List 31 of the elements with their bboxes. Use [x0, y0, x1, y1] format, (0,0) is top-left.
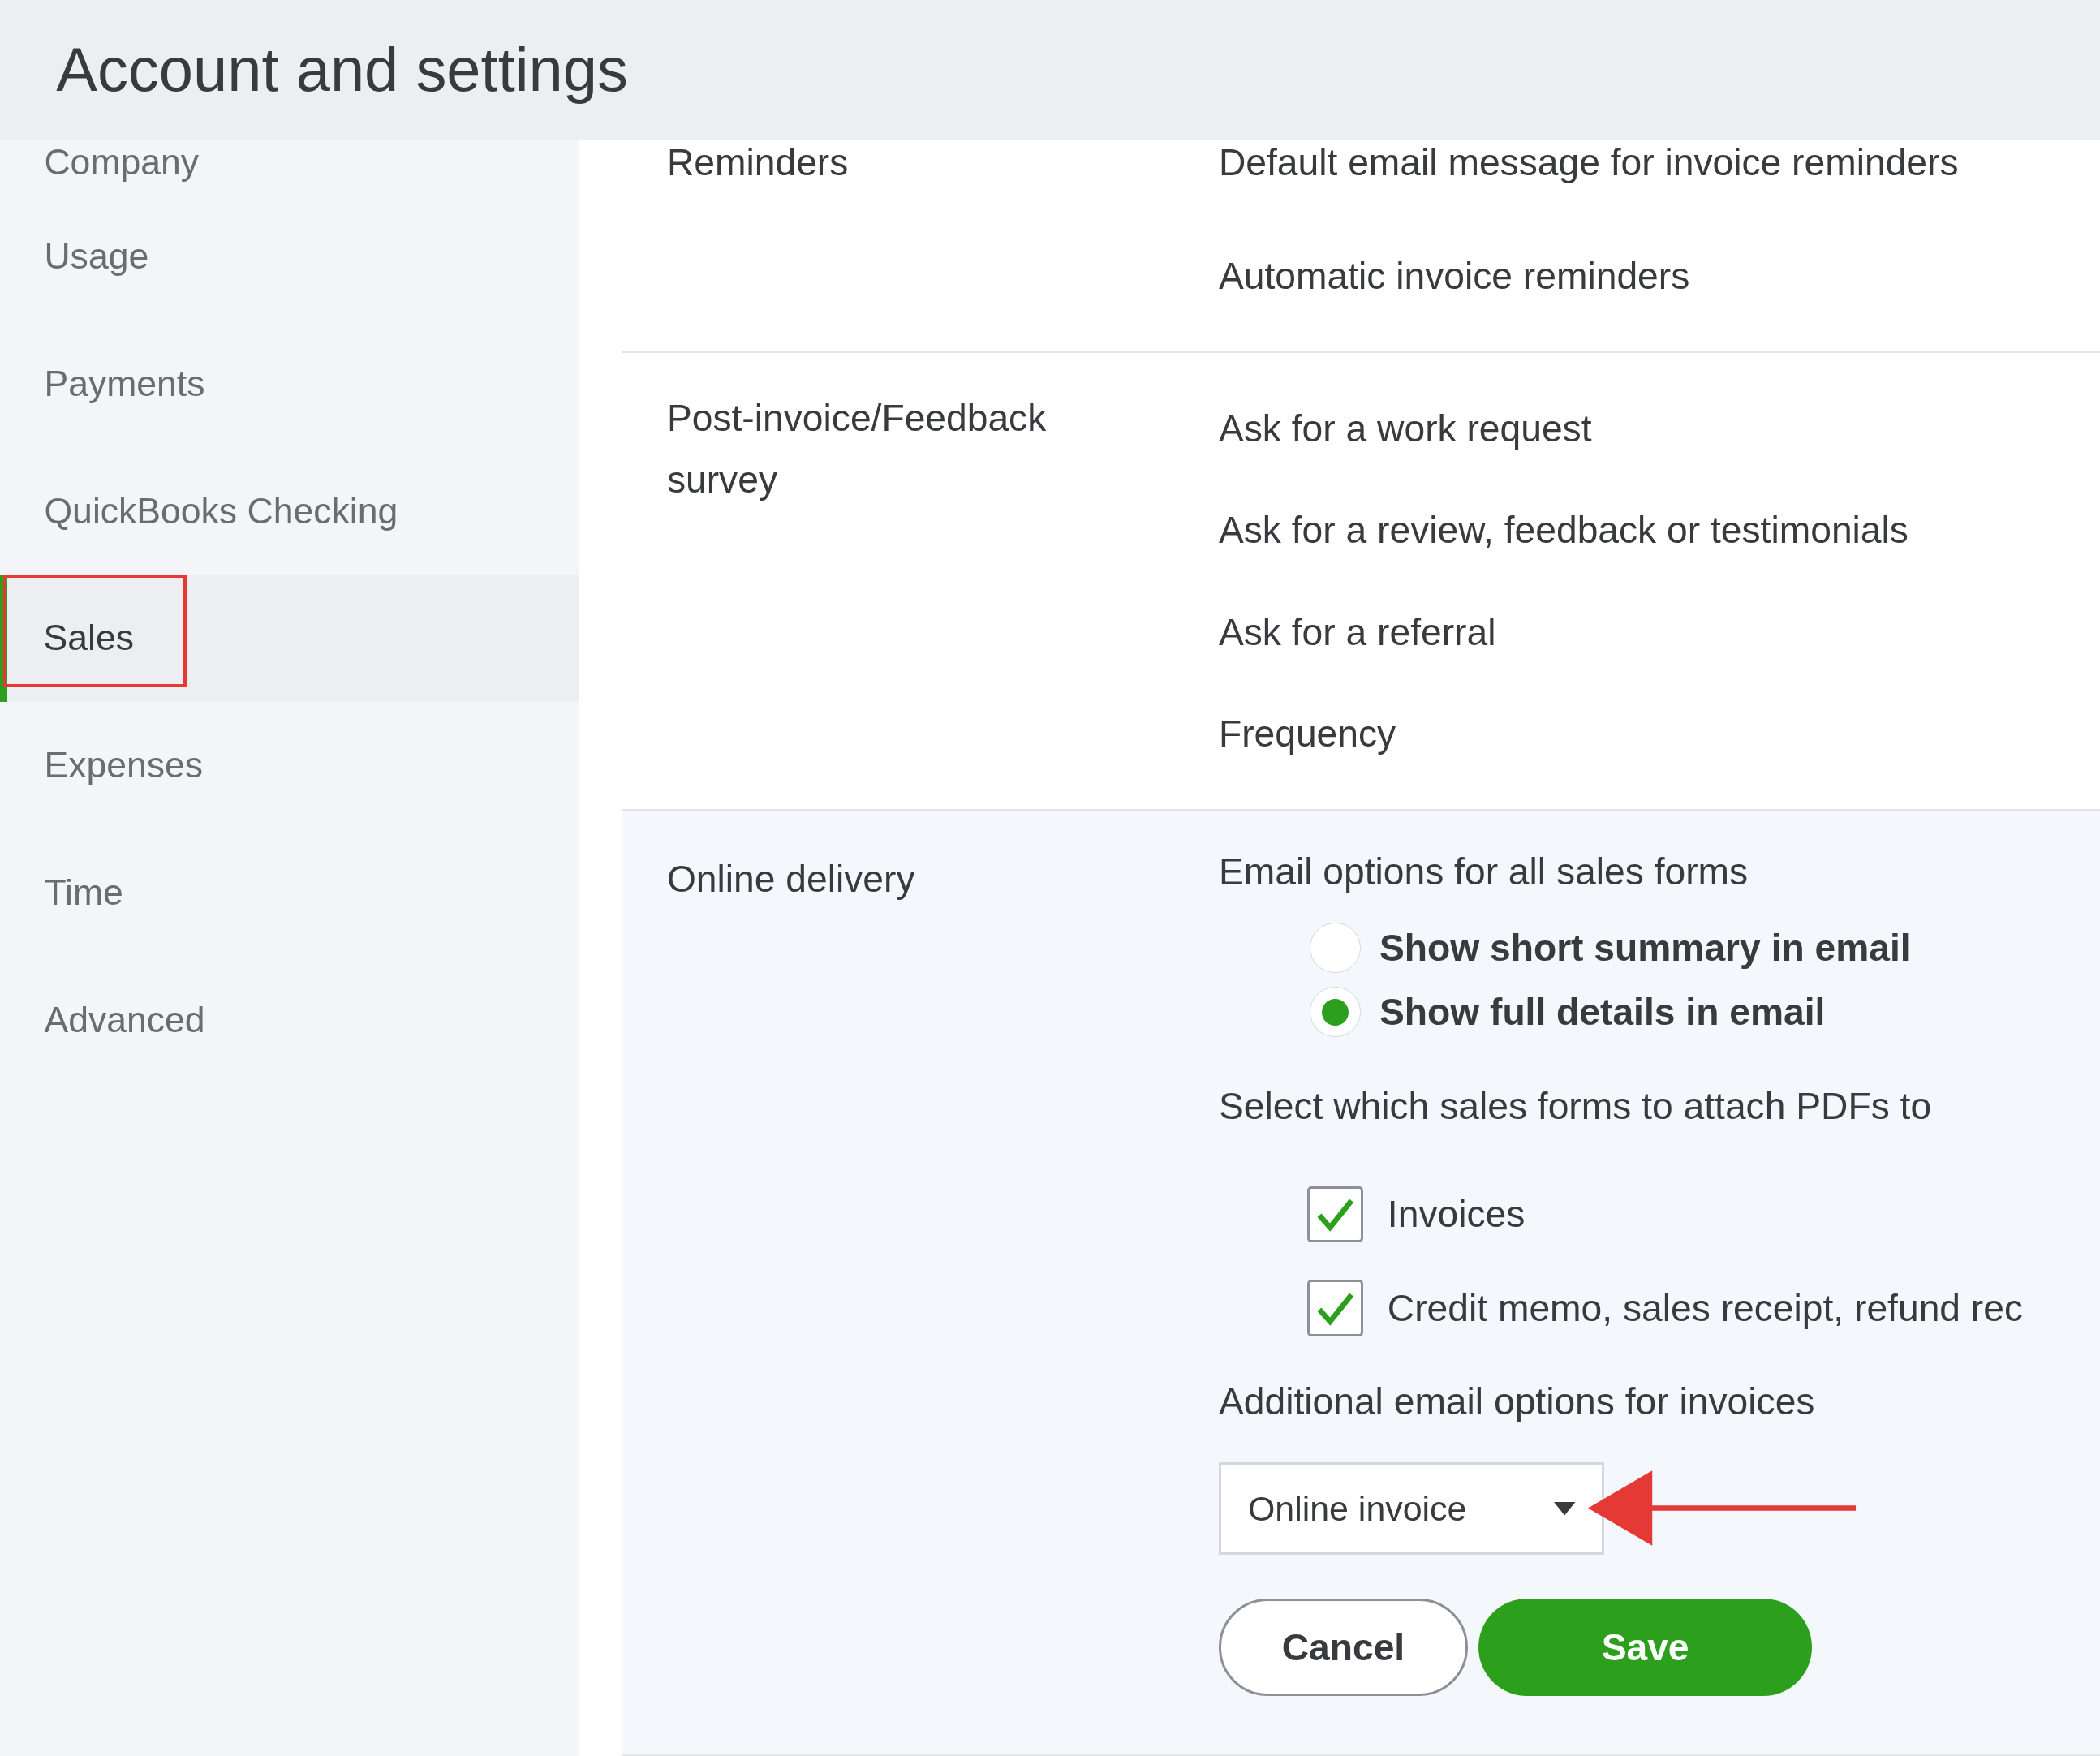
- sidebar-item[interactable]: Usage: [0, 192, 579, 321]
- setting-label: Additional email options for invoices: [1218, 1379, 1816, 1425]
- sidebar-item[interactable]: Advanced: [0, 956, 579, 1084]
- sidebar-item[interactable]: Payments: [0, 320, 579, 448]
- checkbox[interactable]: [1306, 1186, 1364, 1242]
- section-title: Online delivery: [666, 856, 916, 902]
- radio-label: Show full details in email: [1379, 990, 1826, 1035]
- page-title: Account and settings: [56, 34, 628, 105]
- setting-label: Email options for all sales forms: [1218, 849, 1749, 894]
- section-title: Reminders: [666, 140, 850, 185]
- setting-label: Ask for a referral: [1218, 609, 1497, 655]
- caret-icon: [1553, 1502, 1576, 1516]
- section-title: Post-invoice/Feedback survey: [666, 396, 1048, 503]
- sidebar-item[interactable]: Company: [0, 139, 579, 193]
- sidebar-item[interactable]: QuickBooks Checking: [0, 447, 579, 575]
- checkbox-label: Credit memo, sales receipt, refund rec: [1387, 1285, 2024, 1330]
- checkbox-label: Invoices: [1387, 1192, 1526, 1237]
- setting-label: Automatic invoice reminders: [1218, 253, 1691, 299]
- dropdown[interactable]: Online invoice: [1218, 1462, 1605, 1556]
- setting-label: Ask for a review, feedback or testimonials: [1218, 508, 1909, 553]
- sidebar-item[interactable]: Expenses: [0, 701, 579, 829]
- radio-label: Show short summary in email: [1379, 925, 1911, 970]
- setting-label: Default email message for invoice reminders: [1218, 140, 1960, 185]
- setting-label: Frequency: [1218, 712, 1397, 757]
- checkbox[interactable]: [1306, 1280, 1364, 1336]
- save-button[interactable]: Save: [1478, 1598, 1813, 1697]
- sidebar-item[interactable]: Sales: [0, 575, 579, 702]
- sidebar-item[interactable]: Time: [0, 829, 579, 957]
- cancel-button[interactable]: Cancel: [1218, 1598, 1468, 1697]
- setting-label: Select which sales forms to attach PDFs to: [1218, 1083, 1933, 1129]
- setting-label: Ask for a work request: [1218, 406, 1593, 451]
